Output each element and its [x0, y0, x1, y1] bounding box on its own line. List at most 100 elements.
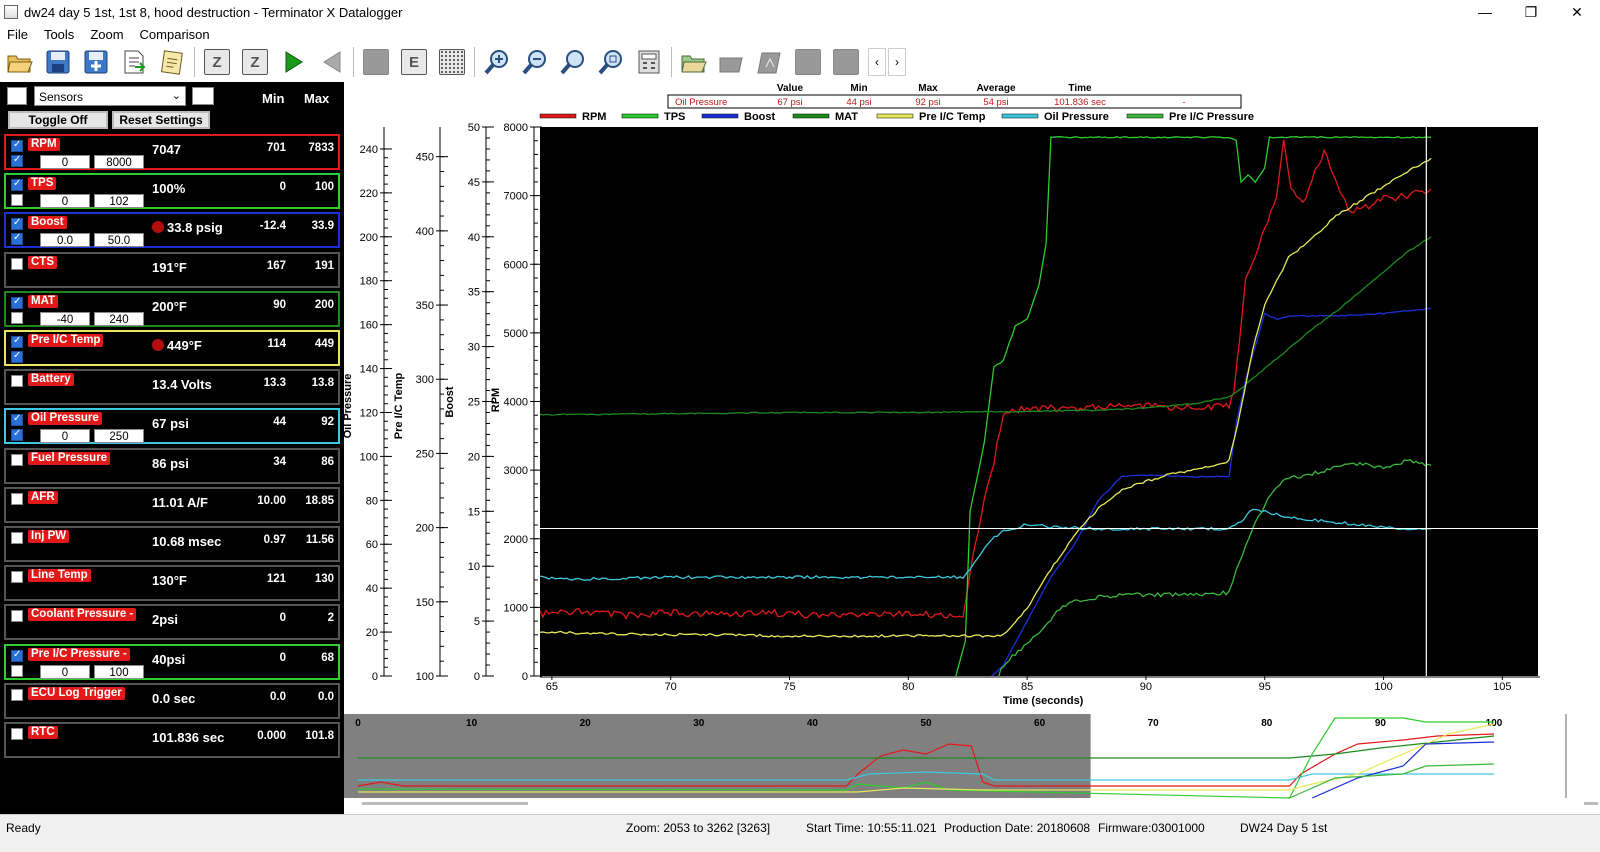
sensor-row-inj-pw[interactable]: Inj PW 10.68 msec 0.97 11.56: [4, 526, 340, 562]
sensor-visible-checkbox[interactable]: [11, 413, 23, 427]
sensor-value-text: 67 psi: [152, 416, 189, 432]
sensor-row-afr[interactable]: AFR 11.01 A/F 10.00 18.85: [4, 486, 340, 523]
range-low-input[interactable]: 0: [40, 429, 90, 444]
overview-strip[interactable]: 0 10 20 30 40 50 60 70 80 90 100: [344, 714, 1600, 814]
grid-dots-icon[interactable]: [436, 46, 468, 78]
grey-box-icon[interactable]: [792, 46, 824, 78]
sensor-visible-checkbox[interactable]: [11, 296, 23, 309]
close-button[interactable]: ✕: [1554, 0, 1600, 24]
sensor-value-text: 130°F: [152, 573, 187, 589]
range-low-input[interactable]: -40: [40, 311, 90, 326]
zoom-in-icon[interactable]: [481, 46, 513, 78]
sensor-axis-checkbox[interactable]: [11, 428, 23, 442]
plot-background[interactable]: [540, 127, 1538, 676]
menu-tools[interactable]: Tools: [37, 27, 83, 42]
range-low-input[interactable]: 0: [40, 194, 90, 209]
chart-area[interactable]: Value Min Max Average Time Oil Pressure 67 psi…: [342, 82, 1600, 712]
range-high-input[interactable]: 50.0: [94, 233, 144, 248]
sensor-visible-checkbox[interactable]: [11, 532, 23, 544]
sensor-row-ecu-log-trigger[interactable]: ECU Log Trigger 0.0 sec 0.0 0.0: [4, 682, 340, 719]
zoom-reset-icon[interactable]: [595, 46, 627, 78]
notes-icon[interactable]: [156, 46, 188, 78]
range-high-input[interactable]: 8000: [94, 155, 144, 169]
sensor-visible-checkbox[interactable]: [11, 492, 23, 505]
sensor-value: 191°F: [152, 260, 187, 275]
sensor-visible-checkbox[interactable]: [11, 178, 23, 192]
range-low-input[interactable]: 0: [40, 155, 90, 169]
sensor-row-coolant-pressure[interactable]: Coolant Pressure - 2psi 0 2: [4, 604, 340, 641]
sensor-visible-checkbox[interactable]: [11, 257, 23, 270]
sensor-row-fuel-pressure[interactable]: Fuel Pressure 86 psi 34 86: [4, 447, 340, 484]
sensor-visible-checkbox[interactable]: [11, 139, 23, 152]
menu-comparison[interactable]: Comparison: [133, 27, 219, 42]
play-icon[interactable]: [277, 46, 309, 78]
sensor-visible-checkbox[interactable]: [11, 217, 23, 231]
sensor-visible-checkbox[interactable]: [11, 728, 23, 740]
select-all-box[interactable]: [7, 87, 27, 105]
sensor-row-mat[interactable]: MAT 200°F 90 200 -40 240: [4, 290, 340, 327]
sensor-axis-checkbox[interactable]: [11, 194, 23, 207]
menu-zoom[interactable]: Zoom: [83, 27, 132, 42]
sensor-visible-checkbox[interactable]: [11, 649, 23, 662]
sensor-row-pre-i-c-temp[interactable]: Pre I/C Temp 449°F 114 449: [4, 330, 340, 366]
sensor-visible-checkbox[interactable]: [11, 571, 23, 584]
blank-icon[interactable]: [360, 46, 392, 78]
range-low-input[interactable]: 0.0: [40, 233, 90, 248]
sensor-axis-checkbox[interactable]: [11, 154, 23, 167]
sensor-row-battery[interactable]: Battery 13.4 Volts 13.3 13.8: [4, 369, 340, 406]
reset-settings-button[interactable]: Reset Settings: [112, 111, 210, 129]
sensor-axis-checkbox[interactable]: [11, 311, 23, 324]
sensor-row-rtc[interactable]: RTC 101.836 sec 0.000 101.8: [4, 722, 340, 758]
sort-za-icon[interactable]: Z: [201, 46, 233, 78]
sensor-visible-checkbox[interactable]: [11, 335, 23, 348]
compare-icon[interactable]: [754, 46, 786, 78]
sensor-visible-checkbox[interactable]: [11, 610, 23, 623]
sensor-axis-checkbox[interactable]: [11, 232, 23, 246]
zoom-out-icon[interactable]: [519, 46, 551, 78]
toolbar-scroll-left[interactable]: ‹: [868, 48, 886, 76]
toolbar-scroll-right[interactable]: ›: [888, 48, 906, 76]
back-icon[interactable]: [315, 46, 347, 78]
save-as-icon[interactable]: [80, 46, 112, 78]
overview-scrollbar-left[interactable]: [362, 802, 528, 805]
sensor-group-dropdown[interactable]: Sensors ⌄: [34, 86, 186, 106]
overview-scrollbar-right[interactable]: [1584, 802, 1598, 805]
sensor-row-rpm[interactable]: RPM 7047 701 7833 0 8000: [4, 134, 340, 170]
range-high-input[interactable]: 100: [94, 664, 144, 679]
tag-icon[interactable]: [716, 46, 748, 78]
range-low-input[interactable]: 0: [40, 664, 90, 679]
zoom-fit-icon[interactable]: [557, 46, 589, 78]
range-high-input[interactable]: 250: [94, 429, 144, 444]
sensor-row-pre-i-c-pressure[interactable]: Pre I/C Pressure - 40psi 0 68 0 100: [4, 643, 340, 680]
calculator-icon[interactable]: [633, 46, 665, 78]
menu-file[interactable]: File: [0, 27, 37, 42]
overview-tick-label: 30: [693, 718, 705, 729]
toggle-off-button[interactable]: Toggle Off: [8, 111, 108, 129]
sensor-row-cts[interactable]: CTS 191°F 167 191: [4, 251, 340, 288]
sensor-row-boost[interactable]: Boost 33.8 psig -12.4 33.9 0.0 50.0: [4, 212, 340, 249]
minimize-button[interactable]: —: [1462, 0, 1508, 24]
legend-swatch: [1001, 113, 1039, 119]
sensor-row-tps[interactable]: TPS 100% 0 100 0 102: [4, 173, 340, 210]
z-icon[interactable]: Z: [239, 46, 271, 78]
sensor-visible-checkbox[interactable]: [11, 375, 23, 388]
export-icon[interactable]: [118, 46, 150, 78]
panel-option-box[interactable]: [192, 87, 214, 105]
main-chart[interactable]: Value Min Max Average Time Oil Pressure 67 psi…: [342, 82, 1600, 712]
save-icon[interactable]: [42, 46, 74, 78]
grey-box-icon-2[interactable]: [830, 46, 862, 78]
maximize-button[interactable]: ❐: [1508, 0, 1554, 24]
sensor-visible-checkbox[interactable]: [11, 688, 23, 701]
range-high-input[interactable]: 240: [94, 311, 144, 326]
e-icon[interactable]: E: [398, 46, 430, 78]
sensor-name: Boost: [28, 216, 67, 230]
range-high-input[interactable]: 102: [94, 194, 144, 209]
overview-chart[interactable]: 0 10 20 30 40 50 60 70 80 90 100: [344, 714, 1600, 814]
sensor-axis-checkbox[interactable]: [11, 350, 23, 363]
open-folder-icon[interactable]: [4, 46, 36, 78]
sensor-axis-checkbox[interactable]: [11, 664, 23, 677]
sensor-row-line-temp[interactable]: Line Temp 130°F 121 130: [4, 565, 340, 602]
open-log-icon[interactable]: [678, 46, 710, 78]
sensor-row-oil-pressure[interactable]: Oil Pressure 67 psi 44 92 0 250: [4, 408, 340, 445]
sensor-visible-checkbox[interactable]: [11, 453, 23, 466]
